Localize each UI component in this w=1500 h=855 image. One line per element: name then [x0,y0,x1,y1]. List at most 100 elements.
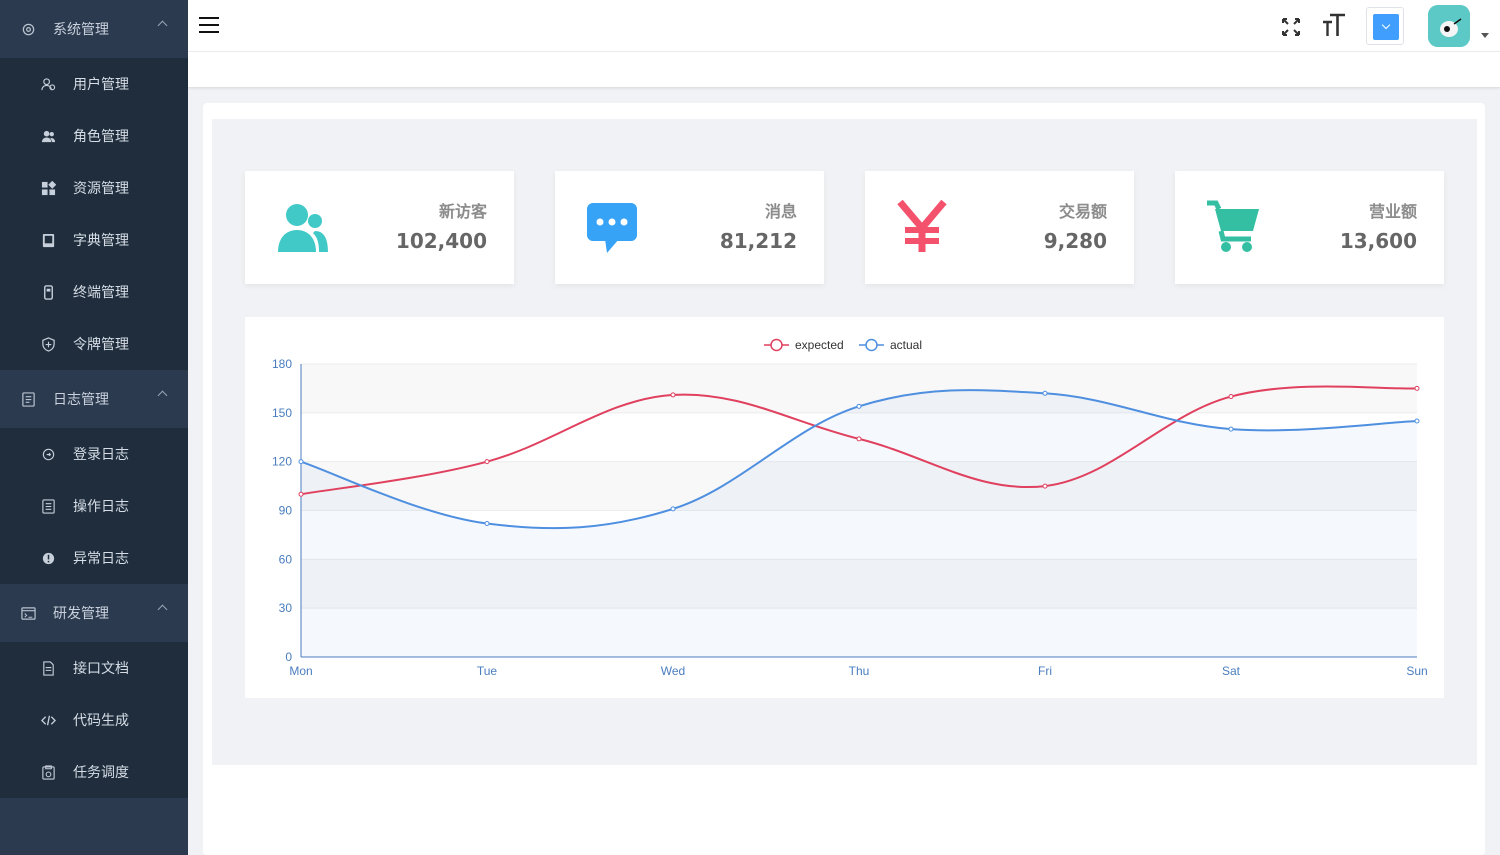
x-tick-label: Mon [289,664,312,678]
file-icon [40,660,56,676]
warning-icon [40,550,56,566]
message-icon [585,199,641,255]
data-point-actual [484,521,490,527]
x-tick-label: Sun [1406,664,1427,678]
users-icon [275,199,331,255]
menu-group-system: 系统管理 用户管理 角色管理 资源管理 字典管理 终端管理 令牌管理 [0,0,188,370]
stat-value: 9,280 [1043,229,1107,253]
document-icon [40,498,56,514]
shopping-cart-icon [1205,199,1261,255]
data-point-expected [1414,385,1420,391]
menu-title-logs[interactable]: 日志管理 [0,370,188,428]
sidebar-item-tokens[interactable]: 令牌管理 [0,318,188,370]
stat-value: 13,600 [1339,229,1417,253]
data-point-actual [298,459,304,465]
sidebar-item-codegen[interactable]: 代码生成 [0,694,188,746]
code-icon [40,712,56,728]
yen-icon [895,199,951,255]
clipboard-icon [40,764,56,780]
stat-card-visitors[interactable]: 新访客 102,400 [245,171,514,284]
stat-value: 102,400 [395,229,487,253]
sidebar-item-api-docs[interactable]: 接口文档 [0,642,188,694]
legend-label-actual: actual [890,338,922,352]
stat-label: 营业额 [1368,202,1417,221]
people-icon [40,128,56,144]
legend-marker-expected [770,338,783,352]
y-tick-label: 180 [272,357,292,371]
menu-title-system[interactable]: 系统管理 [0,0,188,58]
top-navbar [188,0,1500,52]
stat-card-revenue[interactable]: 营业额 13,600 [1175,171,1444,284]
y-tick-label: 30 [279,601,293,615]
x-tick-label: Fri [1038,664,1052,678]
sidebar-item-label: 资源管理 [73,181,129,197]
stat-label: 交易额 [1058,202,1107,221]
submenu-system: 用户管理 角色管理 资源管理 字典管理 终端管理 令牌管理 [0,58,188,370]
log-icon [20,391,36,407]
chevron-up-icon [157,604,168,615]
menu-title-dev[interactable]: 研发管理 [0,584,188,642]
y-tick-label: 0 [285,650,292,664]
avatar[interactable] [1428,5,1470,47]
sidebar-item-label: 令牌管理 [73,337,129,353]
y-tick-label: 120 [272,455,292,469]
x-tick-label: Tue [477,664,498,678]
y-tick-label: 90 [279,504,293,518]
sidebar-item-resources[interactable]: 资源管理 [0,162,188,214]
sidebar-item-roles[interactable]: 角色管理 [0,110,188,162]
data-point-expected [856,436,862,442]
grid-icon [40,180,56,196]
sidebar-item-scheduler[interactable]: 任务调度 [0,746,188,798]
data-point-expected [1228,394,1234,400]
tags-view-bar [188,52,1500,87]
data-point-actual [856,403,862,409]
submenu-dev: 接口文档 代码生成 任务调度 [0,642,188,798]
sidebar-item-dictionary[interactable]: 字典管理 [0,214,188,266]
gear-icon [20,21,36,37]
line-chart: 0 30 60 90 120 150 180 Mon Tue Wed Thu Fri Sat Sun exp… [272,338,1428,678]
legend-label-expected: expected [795,338,844,352]
y-tick-label: 60 [279,552,293,566]
stat-label: 新访客 [438,202,487,221]
sidebar-item-terminals[interactable]: 终端管理 [0,266,188,318]
sidebar-item-label: 角色管理 [73,129,129,145]
size-select-button[interactable] [1366,7,1404,45]
data-point-expected [1042,483,1048,489]
chevron-up-icon [157,20,168,31]
sidebar-item-label: 接口文档 [73,661,129,677]
sidebar-item-label: 代码生成 [73,713,129,729]
sidebar-item-label: 登录日志 [73,447,129,463]
legend-marker-actual [865,338,878,352]
book-icon [40,232,56,248]
data-point-expected [484,459,490,465]
sidebar-item-users[interactable]: 用户管理 [0,58,188,110]
fullscreen-icon[interactable] [1281,17,1301,37]
sidebar-item-label: 操作日志 [73,499,129,515]
menu-group-dev: 研发管理 接口文档 代码生成 任务调度 [0,584,188,798]
submenu-logs: 登录日志 操作日志 异常日志 [0,428,188,584]
menu-title-label: 系统管理 [53,22,109,38]
stat-card-transactions[interactable]: 交易额 9,280 [865,171,1134,284]
sidebar-item-login-log[interactable]: 登录日志 [0,428,188,480]
stat-card-messages[interactable]: 消息 81,212 [555,171,824,284]
data-point-actual [1228,426,1234,432]
sidebar-item-label: 用户管理 [73,77,129,93]
sidebar-item-exception-log[interactable]: 异常日志 [0,532,188,584]
sidebar-item-label: 字典管理 [73,233,129,249]
chevron-down-icon [1373,14,1399,40]
x-tick-label: Wed [661,664,685,678]
sidebar-item-operation-log[interactable]: 操作日志 [0,480,188,532]
menu-group-logs: 日志管理 登录日志 操作日志 异常日志 [0,370,188,584]
font-size-icon[interactable] [1322,12,1346,44]
data-point-expected [670,392,676,398]
caret-down-icon[interactable] [1481,33,1489,38]
data-point-actual [1042,390,1048,396]
sidebar-item-label: 异常日志 [73,551,129,567]
data-point-expected [298,491,304,497]
data-point-actual [1414,418,1420,424]
hamburger-icon[interactable] [199,17,219,33]
y-tick-label: 150 [272,406,292,420]
terminal-icon [20,605,36,621]
menu-title-label: 研发管理 [53,606,109,622]
sidebar-item-label: 任务调度 [73,765,129,781]
